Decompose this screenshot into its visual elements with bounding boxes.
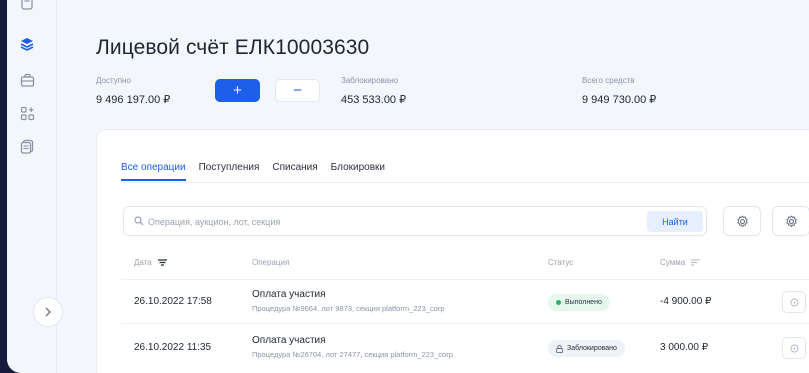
row-details-button[interactable] xyxy=(782,337,806,359)
column-header-operation: Операция xyxy=(252,258,290,267)
table-row[interactable]: 26.10.2022 17:58 Оплата участия Процедур… xyxy=(97,280,809,324)
files-icon[interactable] xyxy=(18,137,36,155)
find-button[interactable]: Найти xyxy=(647,211,703,232)
stack-icon[interactable] xyxy=(18,35,36,53)
row-operation-title: Оплата участия xyxy=(252,289,326,300)
row-date: 26.10.2022 17:58 xyxy=(134,296,212,307)
deposit-button[interactable]: + xyxy=(215,79,260,102)
row-sum: 3 000.00 ₽ xyxy=(660,342,709,353)
sidebar-toggle-button[interactable] xyxy=(33,297,63,327)
sort-icon xyxy=(157,259,167,266)
page-title: Лицевой счёт ЕЛК10003630 xyxy=(96,36,370,59)
row-operation-title: Оплата участия xyxy=(252,335,326,346)
table-row[interactable]: 26.10.2022 11:35 Оплата участия Процедур… xyxy=(97,326,809,370)
row-operation-subtitle: Процедура №9664, лот 9873, секция platfo… xyxy=(252,304,445,313)
search-icon xyxy=(134,216,144,226)
tab-blocks[interactable]: Блокировки xyxy=(331,162,385,181)
column-header-sum[interactable]: Сумма xyxy=(660,258,701,267)
info-icon xyxy=(790,298,798,306)
app-window: Лицевой счёт ЕЛК10003630 Доступно 9 496 … xyxy=(7,0,809,373)
blocked-value: 453 533.00 ₽ xyxy=(341,94,407,106)
tab-all-operations[interactable]: Все операции xyxy=(121,162,186,181)
gear-icon xyxy=(736,214,748,227)
status-badge: Заблокировано xyxy=(548,340,625,357)
status-dot-icon xyxy=(556,300,561,305)
tab-charges[interactable]: Списания xyxy=(272,162,317,181)
status-badge: Выполнено xyxy=(548,294,610,311)
sort-icon xyxy=(691,259,701,266)
available-label: Доступно xyxy=(96,76,131,85)
row-divider xyxy=(121,323,809,324)
document-icon[interactable] xyxy=(18,0,36,12)
lock-icon xyxy=(556,344,563,353)
info-icon xyxy=(790,344,798,352)
filter-settings-button[interactable] xyxy=(772,206,809,236)
available-value: 9 496 197.00 ₽ xyxy=(96,94,171,106)
settings-button[interactable] xyxy=(723,206,761,236)
gear-icon xyxy=(785,214,797,227)
operations-card: Все операции Поступления Списания Блокир… xyxy=(96,129,809,373)
search-input[interactable] xyxy=(148,214,618,230)
row-sum: -4 900.00 ₽ xyxy=(660,296,712,307)
blocked-label: Заблокировано xyxy=(341,76,399,85)
chevron-right-icon xyxy=(45,307,51,317)
row-details-button[interactable] xyxy=(782,291,806,313)
column-header-status: Статус xyxy=(548,258,574,267)
total-label: Всего средств xyxy=(582,76,635,85)
row-operation-subtitle: Процедура №26704, лот 27477, секция plat… xyxy=(252,350,453,359)
search-box: Найти xyxy=(123,206,707,236)
briefcase-icon[interactable] xyxy=(18,71,36,89)
row-date: 26.10.2022 11:35 xyxy=(134,342,212,353)
operations-tabs: Все операции Поступления Списания Блокир… xyxy=(121,162,385,181)
column-header-date[interactable]: Дата xyxy=(134,258,167,267)
apps-icon[interactable] xyxy=(18,104,36,122)
total-value: 9 949 730.00 ₽ xyxy=(582,94,657,106)
withdraw-button[interactable]: − xyxy=(275,79,320,102)
tabs-divider xyxy=(121,182,809,183)
tab-incoming[interactable]: Поступления xyxy=(199,162,260,181)
